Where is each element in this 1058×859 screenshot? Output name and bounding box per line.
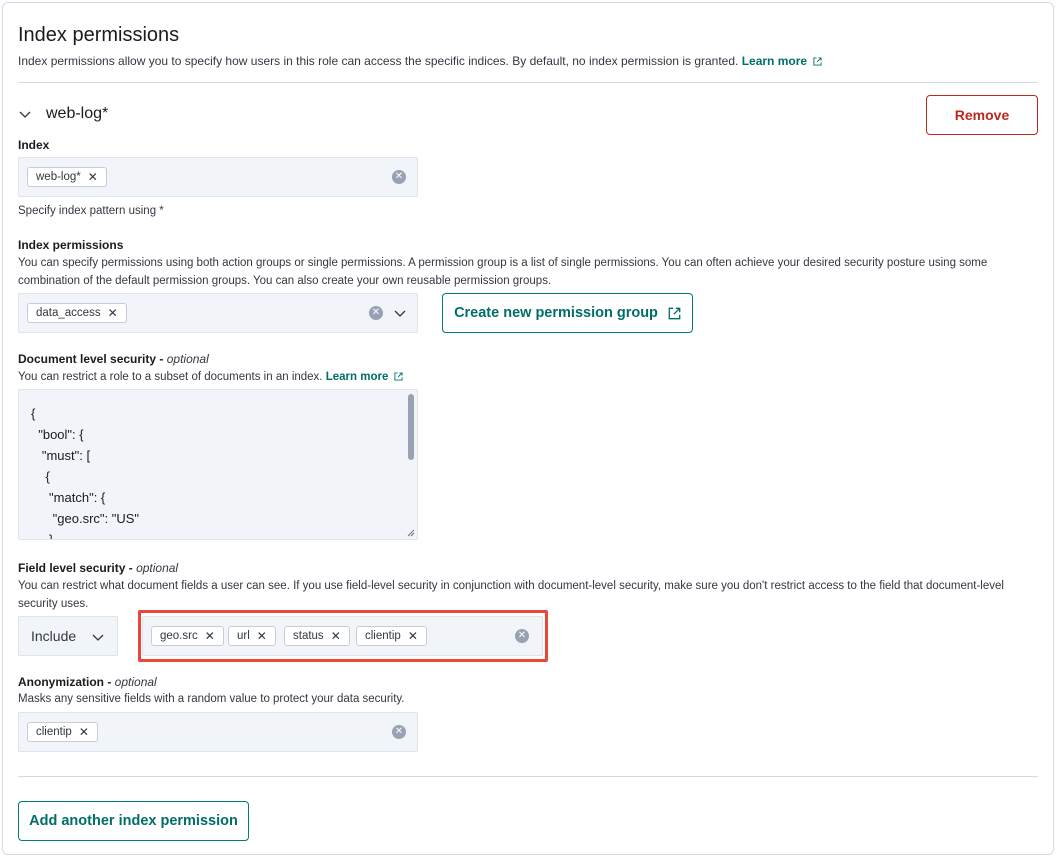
fls-mode-select[interactable]: Include: [18, 616, 118, 656]
scrollbar[interactable]: [408, 394, 414, 460]
chevron-down-icon: [92, 634, 104, 641]
field-pill: geo.src ✕: [151, 626, 224, 646]
dls-query-code: { "bool": { "must": [ { "match": { "geo.…: [31, 406, 140, 540]
chevron-down-icon: [19, 111, 31, 118]
dls-help-text: You can restrict a role to a subset of d…: [18, 371, 323, 383]
resize-handle-icon[interactable]: [405, 527, 415, 537]
learn-more-label: Learn more: [325, 371, 389, 383]
divider: [18, 82, 1038, 83]
external-link-icon: [394, 372, 403, 381]
index-label: Index: [18, 138, 50, 152]
index-pill: web-log* ✕: [27, 167, 107, 187]
fls-mode-value: Include: [31, 628, 77, 644]
clear-icon[interactable]: ✕: [392, 725, 406, 739]
external-link-icon: [668, 307, 681, 319]
external-link-icon: [813, 57, 822, 66]
chevron-down-icon[interactable]: [393, 306, 407, 320]
remove-pill-icon[interactable]: ✕: [88, 170, 98, 184]
optional-label: optional: [114, 675, 157, 689]
anonymization-help: Masks any sensitive fields with a random…: [18, 693, 405, 705]
learn-more-label: Learn more: [741, 54, 808, 68]
anonymization-label: Anonymization - optional: [18, 675, 157, 689]
anonymization-combobox[interactable]: clientip ✕ ✕: [18, 712, 418, 752]
remove-pill-icon[interactable]: ✕: [331, 629, 341, 643]
clear-icon[interactable]: ✕: [515, 629, 529, 643]
create-permission-group-label: Create new permission group: [454, 305, 658, 321]
permission-name: web-log*: [46, 105, 109, 122]
anonymization-pill: clientip ✕: [27, 722, 98, 742]
fls-help: You can restrict what document fields a …: [18, 580, 1004, 610]
field-pill: status ✕: [284, 626, 350, 646]
field-pill: url ✕: [228, 626, 276, 646]
clear-icon[interactable]: ✕: [369, 306, 383, 320]
dls-help: You can restrict a role to a subset of d…: [18, 368, 403, 386]
fls-fields-combobox[interactable]: geo.src ✕ url ✕ status ✕ clientip ✕ ✕: [142, 616, 543, 656]
index-permissions-help: You can specify permissions using both a…: [18, 257, 988, 287]
fls-label: Field level security - optional: [18, 561, 179, 575]
remove-pill-icon[interactable]: ✕: [108, 306, 118, 320]
dls-query-editor[interactable]: { "bool": { "must": [ { "match": { "geo.…: [18, 389, 418, 540]
create-permission-group-button[interactable]: Create new permission group: [442, 293, 693, 333]
remove-pill-icon[interactable]: ✕: [205, 629, 215, 643]
remove-pill-icon[interactable]: ✕: [408, 629, 418, 643]
index-combobox[interactable]: web-log* ✕ ✕: [18, 157, 418, 197]
dls-label: Document level security - optional: [18, 352, 209, 366]
index-help: Specify index pattern using *: [18, 205, 164, 217]
page-description: Index permissions allow you to specify h…: [18, 54, 822, 68]
description-text: Index permissions allow you to specify h…: [18, 54, 739, 68]
remove-button[interactable]: Remove: [926, 95, 1038, 135]
index-permissions-label: Index permissions: [18, 238, 124, 252]
field-pill: clientip ✕: [356, 626, 427, 646]
remove-pill-icon[interactable]: ✕: [257, 629, 267, 643]
remove-pill-icon[interactable]: ✕: [79, 725, 89, 739]
permission-group-combobox[interactable]: data_access ✕ ✕: [18, 293, 418, 333]
clear-icon[interactable]: ✕: [392, 170, 406, 184]
add-index-permission-button[interactable]: Add another index permission: [18, 801, 249, 841]
permission-accordion-toggle[interactable]: web-log*: [18, 105, 108, 123]
page-title: Index permissions: [18, 24, 180, 46]
optional-label: optional: [166, 352, 209, 366]
divider: [18, 776, 1038, 777]
learn-more-link[interactable]: Learn more: [742, 54, 822, 68]
optional-label: optional: [136, 561, 179, 575]
learn-more-link[interactable]: Learn more: [326, 371, 404, 383]
permission-pill: data_access ✕: [27, 303, 127, 323]
